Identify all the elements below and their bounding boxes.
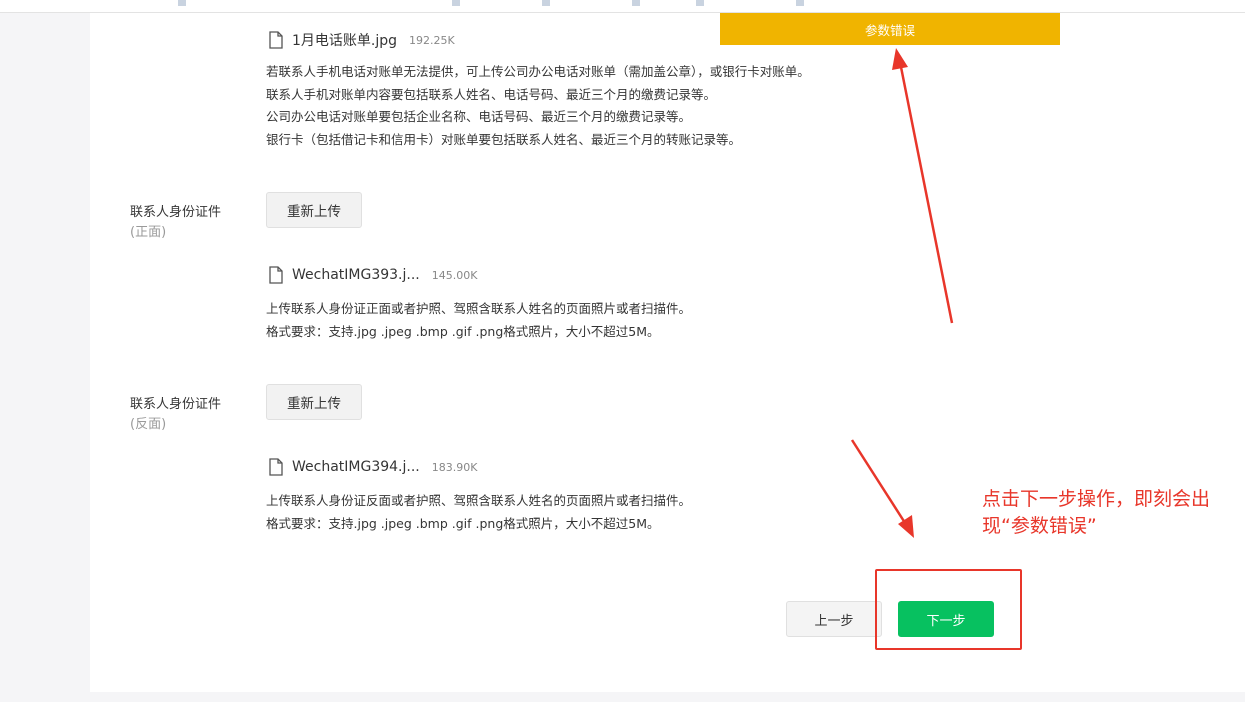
arrow-to-toast bbox=[892, 48, 954, 324]
annotation-arrows bbox=[850, 48, 954, 538]
arrow-to-next-button bbox=[850, 439, 914, 538]
